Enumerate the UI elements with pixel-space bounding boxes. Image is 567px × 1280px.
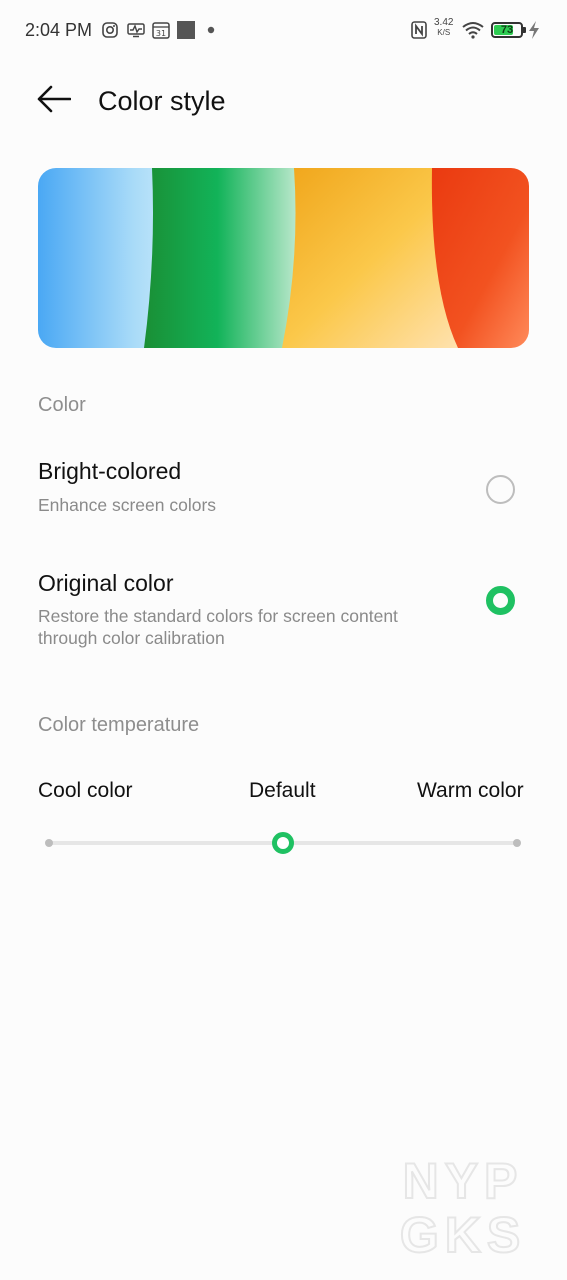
arrow-left-icon	[37, 85, 72, 118]
network-speed-unit: K/S	[437, 28, 451, 37]
instagram-icon	[102, 20, 118, 40]
cool-color-label: Cool color	[38, 779, 133, 802]
option-title: Original color	[38, 570, 174, 596]
status-bar: 2:04 PM 31 3.42 K/S 73	[0, 0, 567, 62]
option-bright-colored[interactable]: Bright-colored Enhance screen colors	[0, 440, 567, 536]
watermark-logo: NYP GKS	[368, 1150, 558, 1264]
nfc-icon	[411, 20, 427, 40]
slider-start-dot	[45, 839, 53, 847]
warm-color-label: Warm color	[417, 779, 524, 802]
color-temperature-section-label: Color temperature	[38, 714, 200, 736]
battery-icon: 73	[491, 22, 523, 38]
calendar-day-text: 31	[156, 29, 166, 38]
network-speed: 3.42 K/S	[434, 18, 453, 38]
default-label: Default	[249, 779, 316, 802]
watermark-line-2: GKS	[400, 1207, 526, 1260]
option-subtitle: Restore the standard colors for screen c…	[38, 606, 398, 648]
network-speed-value: 3.42	[434, 17, 454, 28]
option-subtitle: Enhance screen colors	[38, 495, 217, 515]
watermark-line-1: NYP	[403, 1153, 524, 1209]
charging-icon	[527, 20, 541, 40]
square-icon	[177, 20, 195, 40]
activity-icon	[127, 20, 145, 40]
color-preview-banner	[38, 168, 529, 348]
battery-level: 73	[500, 24, 514, 36]
slider-end-dot	[513, 839, 521, 847]
color-temperature-slider[interactable]	[45, 832, 521, 854]
slider-thumb[interactable]	[272, 832, 294, 854]
battery-cap	[523, 27, 526, 33]
back-button[interactable]	[30, 80, 78, 122]
bright-colored-radio[interactable]	[486, 475, 515, 504]
status-time: 2:04 PM	[25, 20, 93, 40]
option-title: Bright-colored	[38, 458, 182, 484]
option-original-color[interactable]: Original color Restore the standard colo…	[0, 552, 567, 664]
original-color-radio[interactable]	[486, 586, 515, 615]
page-title: Color style	[98, 86, 226, 116]
color-section-label: Color	[38, 394, 86, 416]
wifi-icon	[462, 20, 484, 40]
calendar-icon: 31	[152, 20, 170, 40]
dot-icon	[207, 20, 215, 40]
